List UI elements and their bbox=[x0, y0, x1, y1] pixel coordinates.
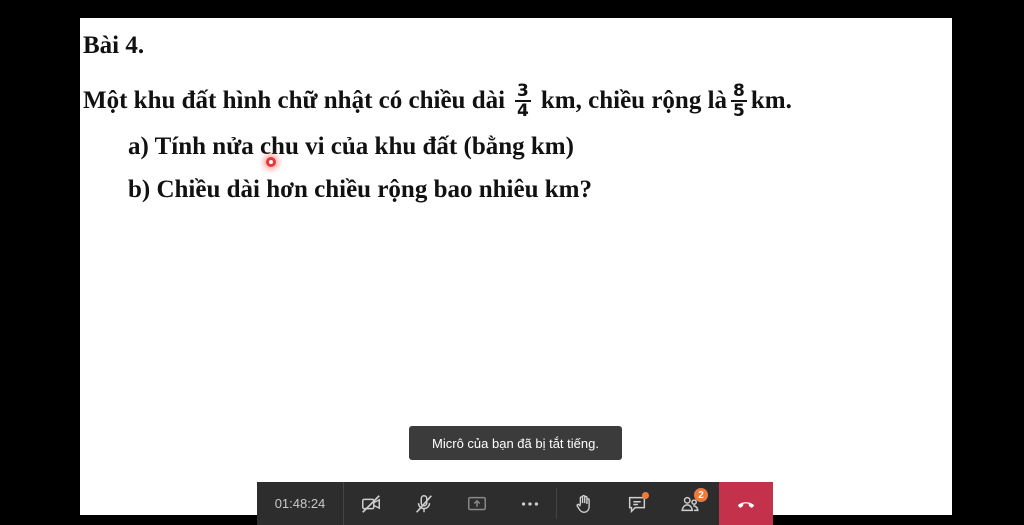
laser-pointer-icon bbox=[266, 157, 276, 167]
call-timer: 01:48:24 bbox=[257, 482, 344, 525]
hang-up-button[interactable] bbox=[719, 482, 773, 525]
more-icon bbox=[521, 501, 538, 506]
exercise-title: Bài 4. bbox=[83, 32, 145, 59]
problem-text-1: Một khu đất hình chữ nhật có chiều dài bbox=[83, 87, 506, 114]
chat-button[interactable] bbox=[610, 482, 663, 525]
hang-up-icon bbox=[737, 501, 755, 508]
width-numerator: 8 bbox=[731, 81, 747, 102]
mic-toggle-button[interactable] bbox=[397, 482, 450, 525]
mic-off-icon bbox=[415, 494, 432, 513]
mic-muted-toast: Micrô của bạn đã bị tắt tiếng. bbox=[409, 426, 622, 460]
camera-off-icon bbox=[361, 494, 380, 513]
length-fraction: 3 4 bbox=[515, 82, 531, 120]
chat-unread-badge bbox=[642, 492, 649, 499]
raise-hand-button[interactable] bbox=[557, 482, 610, 525]
problem-statement: Một khu đất hình chữ nhật có chiều dài 3… bbox=[83, 82, 792, 120]
share-screen-icon bbox=[467, 496, 486, 510]
width-fraction: 8 5 bbox=[731, 82, 747, 120]
length-denominator: 4 bbox=[517, 101, 529, 121]
width-denominator: 5 bbox=[733, 101, 745, 121]
camera-toggle-button[interactable] bbox=[344, 482, 397, 525]
participants-button[interactable]: 2 bbox=[663, 482, 716, 525]
problem-text-3: km. bbox=[750, 87, 792, 114]
question-b: b) Chiều dài hơn chiều rộng bao nhiêu km… bbox=[128, 176, 592, 203]
participants-count-badge: 2 bbox=[694, 488, 708, 502]
length-numerator: 3 bbox=[515, 81, 531, 102]
call-control-bar: 01:48:24 2 bbox=[257, 482, 773, 525]
raise-hand-icon bbox=[575, 494, 590, 513]
more-actions-button[interactable] bbox=[503, 482, 556, 525]
share-screen-button[interactable] bbox=[450, 482, 503, 525]
problem-text-2: km, chiều rộng là bbox=[540, 87, 728, 114]
question-a: a) Tính nửa chu vi của khu đất (bằng km) bbox=[128, 133, 574, 160]
